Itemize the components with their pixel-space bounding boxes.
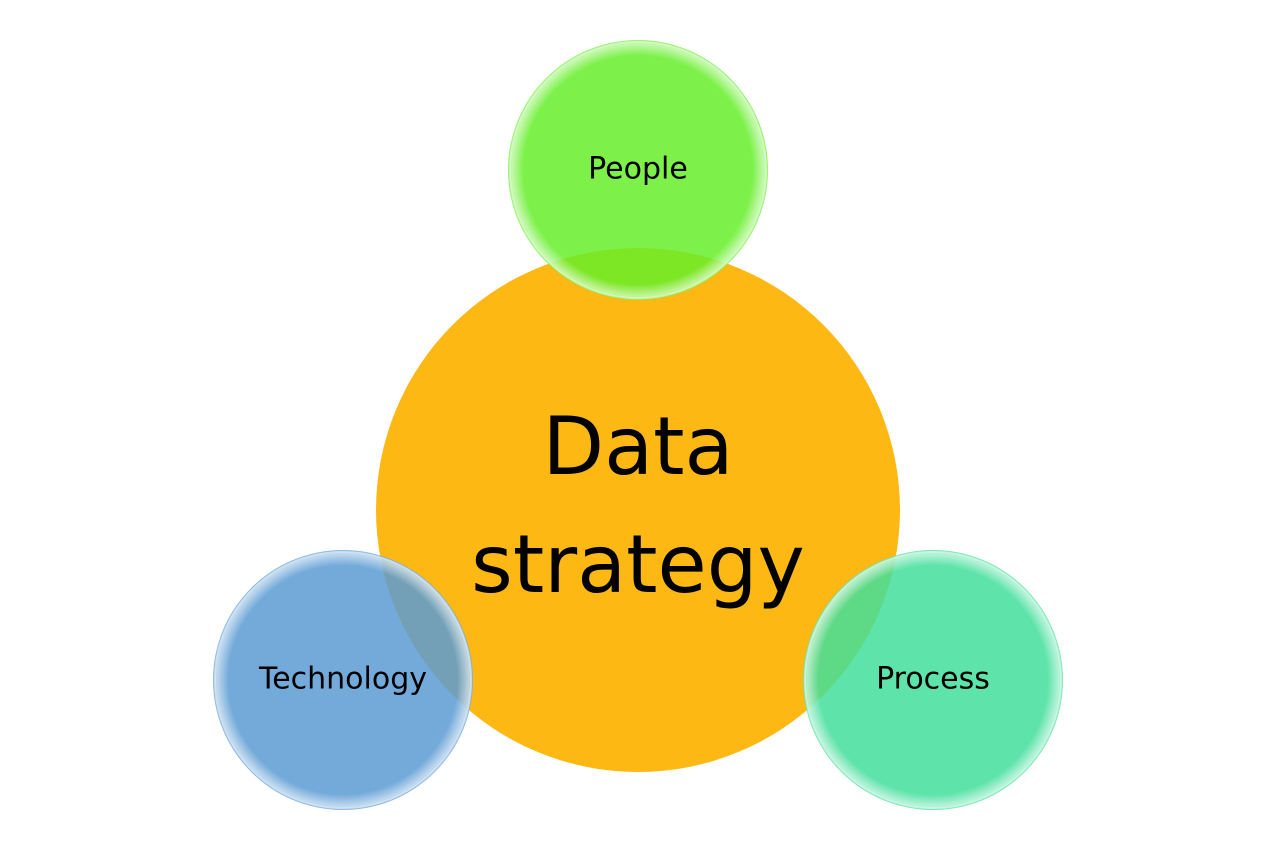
technology-label: Technology [258,662,427,697]
center-label-line2: strategy [471,518,805,611]
process-label: Process [876,662,990,697]
data-strategy-diagram: Data strategy People Technology Process [213,40,1063,810]
people-label: People [588,152,688,187]
center-label-line1: Data [542,400,733,493]
